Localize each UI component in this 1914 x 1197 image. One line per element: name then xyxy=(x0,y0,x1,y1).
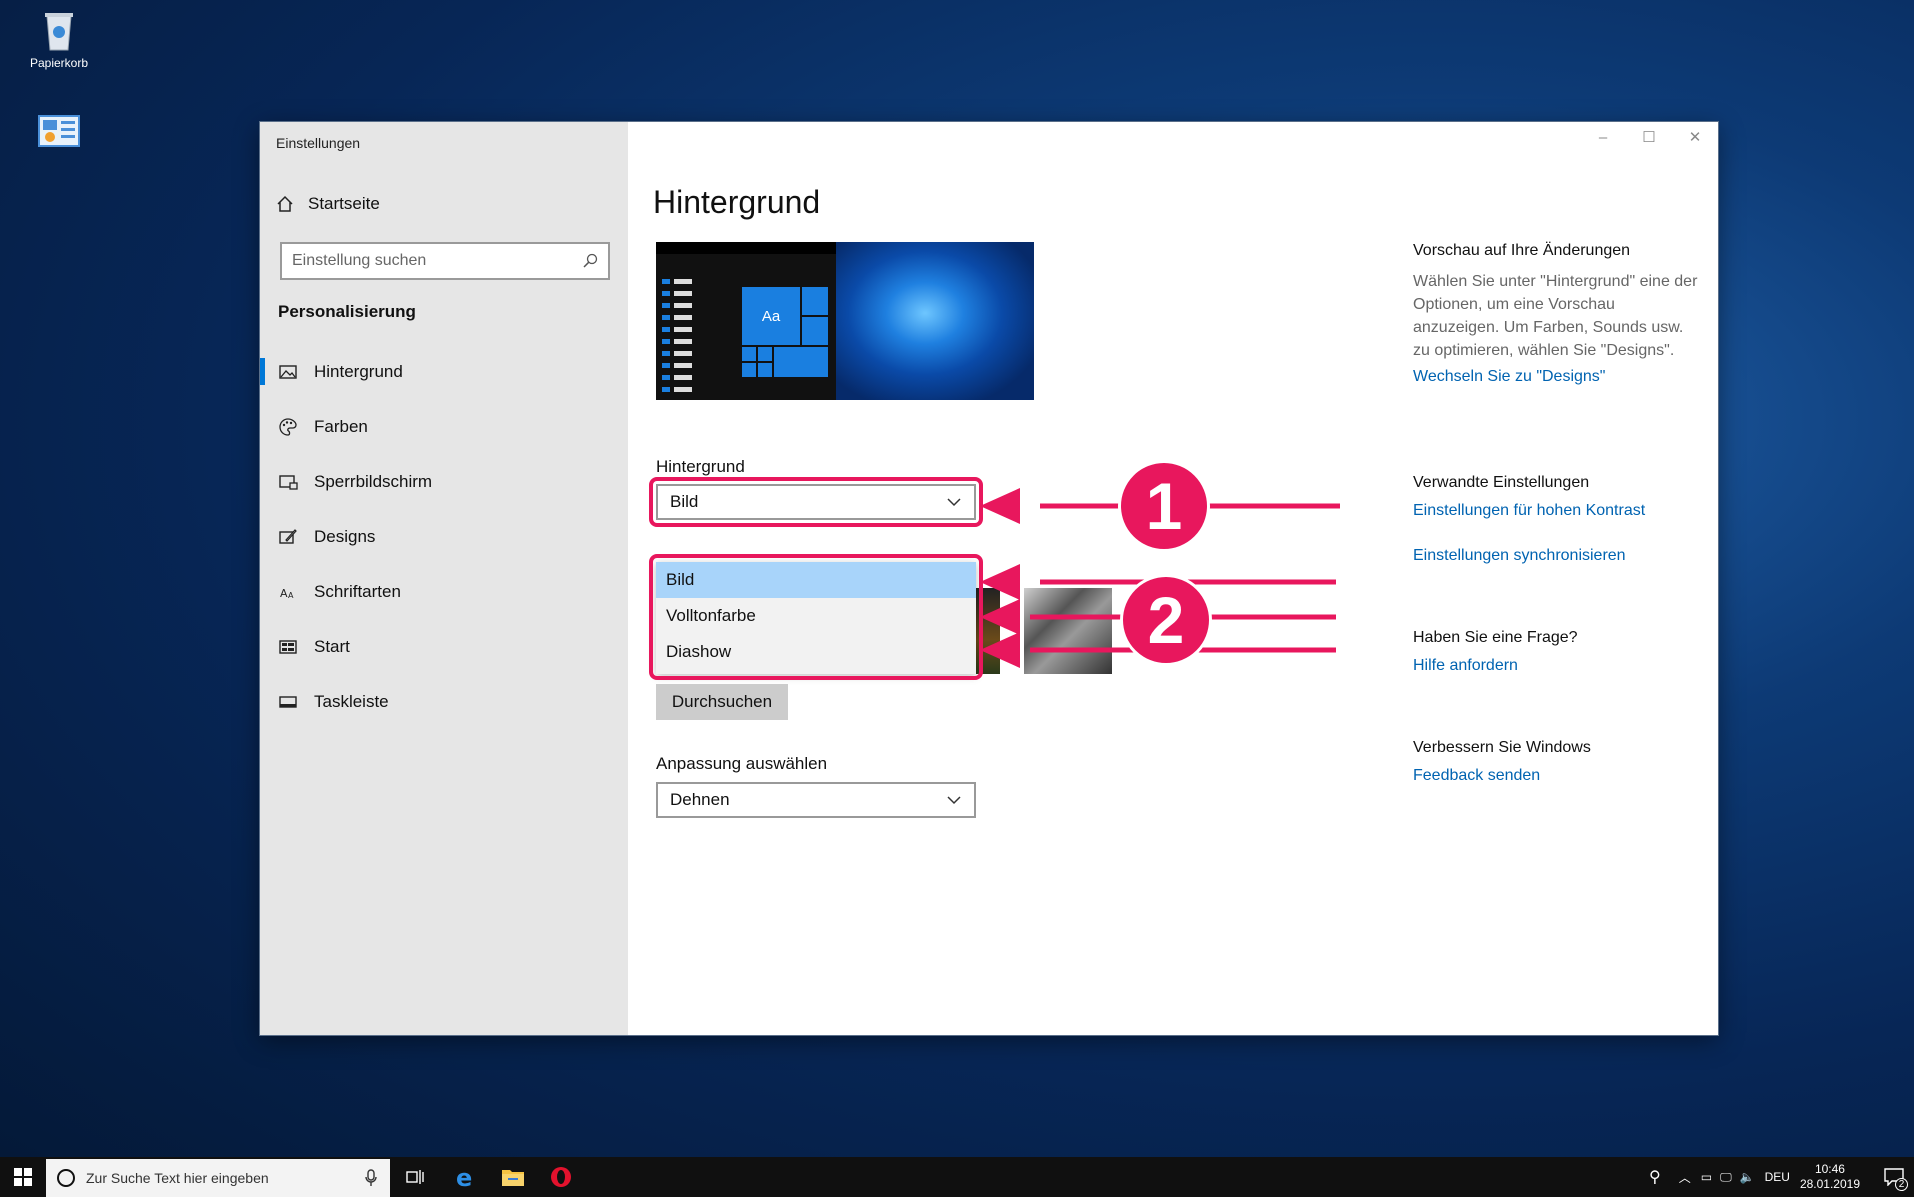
fit-label: Anpassung auswählen xyxy=(656,754,828,773)
chevron-up-icon[interactable]: ︿ xyxy=(1679,1169,1691,1186)
annotation-highlight-options xyxy=(649,554,983,680)
desktop-icon-recycle-bin[interactable]: Papierkorb xyxy=(14,8,104,70)
volume-icon[interactable]: 🔈 xyxy=(1740,1170,1755,1184)
system-tray: ⚲ ︿ ▭ 🖵 🔈 DEU 10:46 28.01.2019 2 xyxy=(1649,1157,1914,1197)
sidebar-nav: Hintergrund Farben Sperrbildschirm Desig… xyxy=(260,344,628,729)
preview-tile-aa: Aa xyxy=(742,287,800,345)
help-link[interactable]: Hilfe anfordern xyxy=(1413,657,1703,675)
clock-date: 28.01.2019 xyxy=(1799,1177,1860,1191)
preview-start-menu: Aa xyxy=(656,254,836,400)
browse-button[interactable]: Durchsuchen xyxy=(656,684,788,720)
minimize-button[interactable]: – xyxy=(1580,122,1626,152)
svg-text:A: A xyxy=(288,591,294,600)
sidebar-item-label: Taskleiste xyxy=(314,691,389,711)
fit-dropdown-value: Dehnen xyxy=(670,790,730,809)
taskbar-icon xyxy=(279,695,297,708)
high-contrast-link[interactable]: Einstellungen für hohen Kontrast xyxy=(1413,502,1703,520)
cortana-icon xyxy=(57,1169,75,1187)
microphone-icon[interactable] xyxy=(364,1169,378,1187)
home-label: Startseite xyxy=(308,194,380,213)
task-view-icon[interactable] xyxy=(402,1164,428,1190)
maximize-button[interactable]: ☐ xyxy=(1626,122,1672,152)
question-section: Haben Sie eine Frage? Hilfe anfordern xyxy=(1413,629,1703,675)
question-heading: Haben Sie eine Frage? xyxy=(1413,629,1578,646)
chevron-down-icon xyxy=(947,796,961,805)
search-icon xyxy=(583,253,598,268)
section-title: Personalisierung xyxy=(278,302,416,321)
sidebar-item-label: Schriftarten xyxy=(314,581,401,601)
annotation-badge-1: 1 xyxy=(1118,460,1210,552)
lock-screen-icon xyxy=(279,474,298,490)
sidebar-item-label: Farben xyxy=(314,416,368,436)
taskbar: Zur Suche Text hier eingeben e ⚲ ︿ ▭ 🖵 🔈… xyxy=(0,1157,1914,1197)
sidebar-item-start[interactable]: Start xyxy=(260,619,628,674)
language-indicator[interactable]: DEU xyxy=(1765,1170,1790,1184)
taskbar-search-input[interactable]: Zur Suche Text hier eingeben xyxy=(46,1159,390,1197)
image-icon xyxy=(279,364,297,379)
sidebar-item-label: Hintergrund xyxy=(314,361,403,381)
taskbar-search-placeholder: Zur Suche Text hier eingeben xyxy=(86,1170,269,1186)
close-button[interactable]: ✕ xyxy=(1672,122,1718,152)
preview-wallpaper xyxy=(836,242,1034,400)
page-title: Hintergrund xyxy=(653,184,821,220)
desktop-icon-control-panel[interactable] xyxy=(14,115,104,151)
start-icon xyxy=(279,639,297,654)
sidebar-item-sperrbildschirm[interactable]: Sperrbildschirm xyxy=(260,454,628,509)
clock-time: 10:46 xyxy=(1814,1162,1845,1176)
related-settings-section: Verwandte Einstellungen Einstellungen fü… xyxy=(1413,474,1703,565)
battery-icon[interactable]: ▭ xyxy=(1701,1170,1712,1184)
settings-window: Einstellungen Startseite Einstellung suc… xyxy=(260,122,1718,1035)
sidebar-item-farben[interactable]: Farben xyxy=(260,399,628,454)
settings-search-input[interactable]: Einstellung suchen xyxy=(280,242,610,280)
feedback-link[interactable]: Feedback senden xyxy=(1413,767,1703,785)
preview-app-list xyxy=(662,279,692,399)
search-placeholder: Einstellung suchen xyxy=(292,252,427,269)
fit-dropdown[interactable]: Dehnen xyxy=(656,782,976,818)
edge-icon[interactable]: e xyxy=(452,1164,478,1190)
file-explorer-icon[interactable] xyxy=(500,1164,526,1190)
sidebar-item-label: Sperrbildschirm xyxy=(314,471,433,491)
sidebar-item-label: Start xyxy=(314,636,350,656)
window-controls: – ☐ ✕ xyxy=(1580,122,1718,152)
designs-link[interactable]: Wechseln Sie zu "Designs" xyxy=(1413,368,1703,386)
preview-tiles: Aa xyxy=(742,287,828,387)
font-icon: AA xyxy=(280,587,294,600)
sidebar-item-label: Designs xyxy=(314,526,376,546)
background-preview: Aa xyxy=(656,242,1034,400)
windows-start-icon[interactable] xyxy=(10,1164,36,1190)
recycle-bin-label: Papierkorb xyxy=(29,56,89,70)
improve-heading: Verbessern Sie Windows xyxy=(1413,739,1591,756)
preview-heading: Vorschau auf Ihre Änderungen xyxy=(1413,242,1631,259)
home-icon xyxy=(277,195,293,212)
annotation-badge-2: 2 xyxy=(1120,574,1212,666)
improve-section: Verbessern Sie Windows Feedback senden xyxy=(1413,739,1703,785)
sync-settings-link[interactable]: Einstellungen synchronisieren xyxy=(1413,547,1703,565)
svg-text:A: A xyxy=(280,587,288,600)
related-heading: Verwandte Einstellungen xyxy=(1413,474,1590,491)
home-link[interactable]: Startseite xyxy=(276,194,380,214)
sidebar-item-schriftarten[interactable]: AA Schriftarten xyxy=(260,564,628,619)
notification-count: 2 xyxy=(1895,1178,1908,1191)
sidebar-item-hintergrund[interactable]: Hintergrund xyxy=(260,344,628,399)
people-icon[interactable]: ⚲ xyxy=(1649,1167,1661,1187)
sidebar-item-designs[interactable]: Designs xyxy=(260,509,628,564)
control-panel-icon xyxy=(38,115,80,147)
brush-icon xyxy=(279,528,297,544)
notification-center-icon[interactable]: 2 xyxy=(1874,1157,1914,1197)
svg-text:e: e xyxy=(456,1165,472,1189)
network-icon[interactable]: 🖵 xyxy=(1720,1170,1732,1185)
palette-icon xyxy=(279,417,297,436)
clock[interactable]: 10:46 28.01.2019 xyxy=(1800,1162,1860,1192)
preview-text: Wählen Sie unter "Hintergrund" eine der … xyxy=(1413,273,1698,359)
sidebar: Einstellungen Startseite Einstellung suc… xyxy=(260,122,628,1035)
sidebar-item-taskleiste[interactable]: Taskleiste xyxy=(260,674,628,729)
background-label: Hintergrund xyxy=(656,457,745,476)
window-title: Einstellungen xyxy=(276,135,361,151)
preview-info-section: Vorschau auf Ihre Änderungen Wählen Sie … xyxy=(1413,242,1703,386)
recycle-bin-icon xyxy=(39,8,79,52)
annotation-highlight-dropdown xyxy=(649,477,983,527)
opera-icon[interactable] xyxy=(548,1164,574,1190)
